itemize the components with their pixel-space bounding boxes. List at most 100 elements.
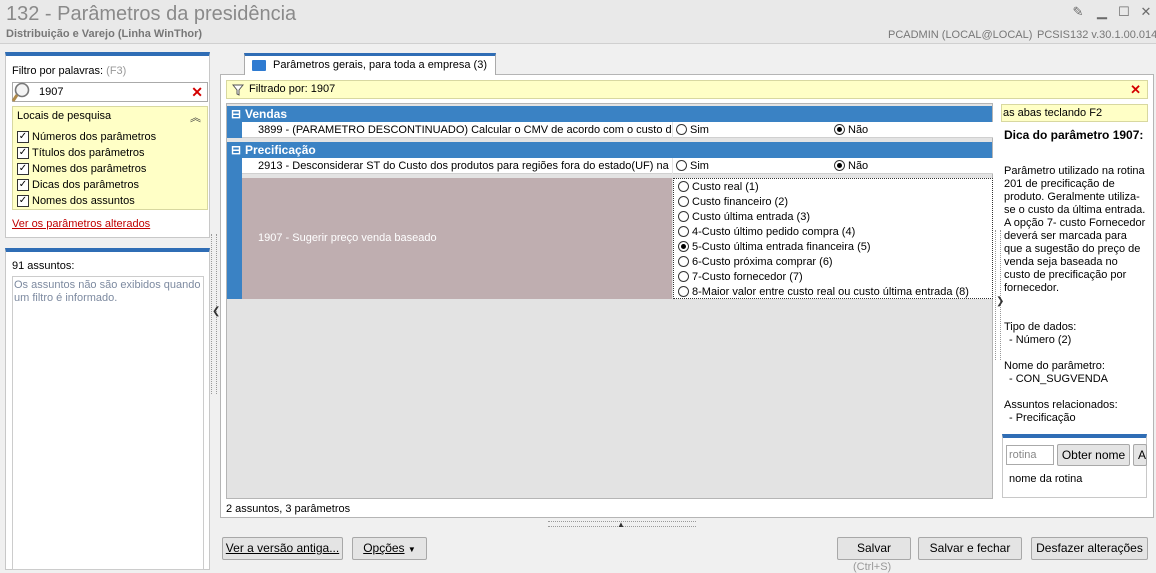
collapse-group-icon[interactable]: ⊟	[231, 106, 241, 122]
radio-nao[interactable]: Não	[833, 158, 993, 174]
radio-label: Não	[848, 124, 869, 136]
obter-nome-button[interactable]: Obter nome	[1057, 444, 1130, 466]
checkbox-icon[interactable]: ✓	[17, 147, 29, 159]
related-subjects-value: - Precificação	[1009, 412, 1076, 424]
checkbox-icon[interactable]: ✓	[17, 131, 29, 143]
option-4[interactable]: 4-Custo último pedido compra (4)	[678, 225, 855, 240]
vertical-splitter[interactable]	[995, 230, 1001, 360]
option-5[interactable]: 5-Custo última entrada financeira (5)	[678, 240, 871, 255]
minimize-icon[interactable]: ▁	[1094, 4, 1110, 20]
group-header-precificacao[interactable]: ⊟ Precificação	[227, 142, 992, 158]
radio-icon[interactable]	[678, 181, 689, 192]
group-title: Precificação	[245, 143, 316, 157]
old-version-label: Ver a versão antiga...	[225, 541, 340, 555]
param-row-2913[interactable]: 2913 - Desconsiderar ST do Custo dos pro…	[242, 158, 672, 174]
radio-icon[interactable]	[676, 124, 687, 135]
option-label: Custo financeiro (2)	[692, 196, 788, 208]
edit-icon[interactable]: ✎	[1070, 4, 1086, 20]
option-8[interactable]: 8-Maior valor entre custo real ou custo …	[678, 285, 969, 300]
checkbox-label: Números dos parâmetros	[32, 131, 157, 143]
tab-label: Parâmetros gerais, para toda a empresa (…	[273, 59, 487, 71]
checkbox-label: Nomes dos parâmetros	[32, 163, 147, 175]
checkbox-icon[interactable]: ✓	[17, 179, 29, 191]
undo-changes-button[interactable]: Desfazer alterações	[1031, 537, 1148, 560]
radio-icon[interactable]	[678, 226, 689, 237]
rotina-input[interactable]: rotina	[1006, 445, 1054, 465]
radio-icon[interactable]	[678, 286, 689, 297]
filter-bar-text: Filtrado por: 1907	[249, 83, 336, 95]
expand-right-icon[interactable]: ❯	[996, 296, 1004, 307]
maximize-icon[interactable]: ☐	[1116, 4, 1132, 20]
collapse-group-icon[interactable]: ⊟	[231, 142, 241, 158]
option-6[interactable]: 6-Custo próxima comprar (6)	[678, 255, 833, 270]
checkbox-dicas[interactable]: ✓ Dicas dos parâmetros	[17, 177, 139, 193]
checkbox-numeros[interactable]: ✓ Números dos parâmetros	[17, 129, 156, 145]
close-icon[interactable]: ✕	[1138, 4, 1154, 20]
tip-search-input[interactable]: as abas teclando F2	[1001, 104, 1148, 122]
radio-icon[interactable]	[678, 196, 689, 207]
checkbox-nomes[interactable]: ✓ Nomes dos parâmetros	[17, 161, 146, 177]
expand-up-icon[interactable]: ▲	[617, 520, 625, 529]
param-row-3899[interactable]: 3899 - (PARAMETRO DESCONTINUADO) Calcula…	[242, 122, 672, 138]
window-subtitle: Distribuição e Varejo (Linha WinThor)	[6, 28, 203, 40]
options-button[interactable]: Opções ▼	[352, 537, 427, 560]
option-3[interactable]: Custo última entrada (3)	[678, 210, 810, 225]
rotina-panel: rotina Obter nome A nome da rotina	[1002, 434, 1147, 498]
data-type-label: Tipo de dados:	[1004, 321, 1077, 333]
option-label: 6-Custo próxima comprar (6)	[692, 256, 833, 268]
search-input[interactable]: 1907 ✕	[11, 82, 208, 102]
checkbox-titulos[interactable]: ✓ Títulos dos parâmetros	[17, 145, 145, 161]
data-type-value: - Número (2)	[1009, 334, 1072, 346]
option-label: Custo real (1)	[692, 181, 759, 193]
search-icon	[11, 82, 30, 102]
extra-button[interactable]: A	[1133, 444, 1147, 466]
checkbox-assuntos[interactable]: ✓ Nomes dos assuntos	[17, 193, 135, 209]
search-locations-title: Locais de pesquisa	[17, 110, 112, 122]
tip-title: Dica do parâmetro 1907:	[1004, 128, 1144, 142]
tip-body: Parâmetro utilizado na rotina 201 de pre…	[1004, 165, 1146, 294]
save-hint: (Ctrl+S)	[853, 561, 892, 573]
radio-icon[interactable]	[834, 160, 845, 171]
radio-icon[interactable]	[678, 256, 689, 267]
save-button[interactable]: Salvar	[837, 537, 911, 560]
param-name-value: - CON_SUGVENDA	[1009, 373, 1109, 385]
radio-icon[interactable]	[834, 124, 845, 135]
radio-sim[interactable]: Sim	[673, 158, 833, 174]
option-label: 8-Maior valor entre custo real ou custo …	[692, 286, 969, 298]
radio-icon[interactable]	[678, 211, 689, 222]
checkbox-icon[interactable]: ✓	[17, 195, 29, 207]
param-name-label: Nome do parâmetro:	[1004, 360, 1105, 372]
clear-search-icon[interactable]: ✕	[191, 84, 203, 101]
search-value: 1907	[39, 86, 64, 98]
option-1[interactable]: Custo real (1)	[678, 180, 759, 195]
old-version-button[interactable]: Ver a versão antiga...	[222, 537, 343, 560]
checkbox-label: Títulos dos parâmetros	[32, 147, 145, 159]
options-label: Opções	[363, 541, 405, 555]
folder-icon	[252, 60, 266, 71]
checkbox-icon[interactable]: ✓	[17, 163, 29, 175]
radio-nao[interactable]: Não	[833, 122, 993, 138]
radio-icon[interactable]	[678, 241, 689, 252]
collapse-icon[interactable]: ︽	[190, 109, 201, 125]
group-header-vendas[interactable]: ⊟ Vendas	[227, 106, 992, 122]
radio-label: Sim	[690, 124, 709, 136]
tab-parametros-gerais[interactable]: Parâmetros gerais, para toda a empresa (…	[244, 53, 496, 75]
option-label: 5-Custo última entrada financeira (5)	[692, 241, 871, 253]
user-info: PCADMIN (LOCAL@LOCAL)	[888, 29, 1033, 41]
param-row-1907[interactable]: 1907 - Sugerir preço venda baseado	[242, 178, 672, 299]
option-label: 4-Custo último pedido compra (4)	[692, 226, 856, 238]
version-info: PCSIS132 v.30.1.00.014	[1037, 29, 1156, 41]
option-label: Custo última entrada (3)	[692, 211, 810, 223]
clear-filter-icon[interactable]: ✕	[1130, 82, 1141, 98]
radio-icon[interactable]	[678, 271, 689, 282]
save-close-button[interactable]: Salvar e fechar	[918, 537, 1022, 560]
search-locations-box: Locais de pesquisa ︽ ✓ Números dos parâme…	[12, 106, 208, 210]
option-7[interactable]: 7-Custo fornecedor (7)	[678, 270, 803, 285]
radio-sim[interactable]: Sim	[673, 122, 833, 138]
grid-status: 2 assuntos, 3 parâmetros	[226, 503, 351, 515]
option-label: 7-Custo fornecedor (7)	[692, 271, 803, 283]
altered-params-link[interactable]: Ver os parâmetros alterados	[12, 218, 150, 230]
title-bar: 132 - Parâmetros da presidência Distribu…	[0, 0, 1156, 44]
radio-icon[interactable]	[676, 160, 687, 171]
option-2[interactable]: Custo financeiro (2)	[678, 195, 788, 210]
